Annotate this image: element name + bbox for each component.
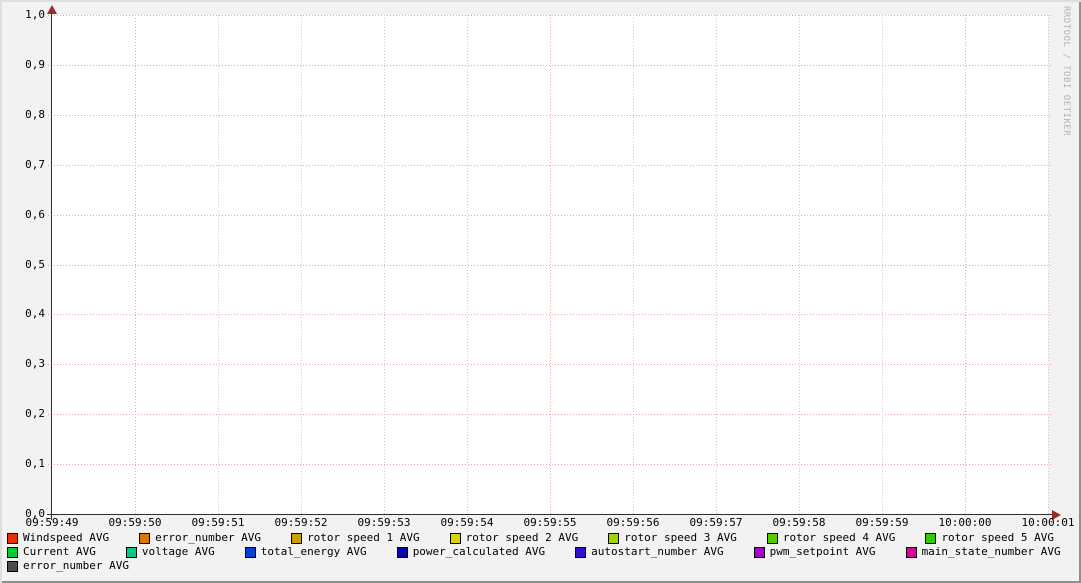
y-tick-label: 1,0 [9, 9, 45, 21]
legend-item: rotor speed 3 AVG [608, 532, 737, 544]
x-tick-label: 09:59:52 [259, 517, 343, 529]
grid-line-x [218, 15, 219, 518]
legend-item-label: rotor speed 5 AVG [941, 532, 1054, 544]
grid-line-x [1048, 15, 1049, 518]
grid-line-x [716, 15, 717, 518]
grid-line-x [550, 15, 551, 518]
legend-color-swatch-icon [575, 547, 586, 558]
x-tick-label: 09:59:59 [840, 517, 924, 529]
x-axis-line [47, 514, 1053, 515]
legend-color-swatch-icon [608, 533, 619, 544]
legend-item: rotor speed 1 AVG [291, 532, 420, 544]
legend-item: rotor speed 4 AVG [767, 532, 896, 544]
legend-item: Current AVG [7, 546, 96, 558]
rrdtool-graph: 1,00,90,80,70,60,50,40,30,20,10,0 09:59:… [0, 0, 1081, 583]
legend-color-swatch-icon [397, 547, 408, 558]
legend-row: error_number AVG [7, 560, 1061, 572]
x-tick-label: 09:59:50 [93, 517, 177, 529]
legend-item-label: pwm_setpoint AVG [770, 546, 876, 558]
y-tick-label: 0,9 [9, 59, 45, 71]
y-tick-label: 0,5 [9, 259, 45, 271]
x-tick-label: 09:59:56 [591, 517, 675, 529]
legend-item-label: rotor speed 4 AVG [783, 532, 896, 544]
watermark-text: RRDTOOL / TOBI OETIKER [1061, 6, 1071, 136]
legend-color-swatch-icon [126, 547, 137, 558]
x-tick-label: 09:59:55 [508, 517, 592, 529]
y-tick-label: 0,1 [9, 458, 45, 470]
legend-item-label: rotor speed 2 AVG [466, 532, 579, 544]
legend-item: error_number AVG [139, 532, 261, 544]
legend-item-label: error_number AVG [155, 532, 261, 544]
legend-item-label: rotor speed 3 AVG [624, 532, 737, 544]
legend-item-label: autostart_number AVG [591, 546, 723, 558]
y-tick-label: 0,7 [9, 159, 45, 171]
legend-item: pwm_setpoint AVG [754, 546, 876, 558]
legend-item: error_number AVG [7, 560, 129, 572]
legend-item: rotor speed 2 AVG [450, 532, 579, 544]
y-axis-line [51, 9, 52, 520]
legend-color-swatch-icon [245, 547, 256, 558]
x-tick-label: 09:59:51 [176, 517, 260, 529]
x-tick-label: 10:00:00 [923, 517, 1007, 529]
legend-item-label: Windspeed AVG [23, 532, 109, 544]
legend-color-swatch-icon [7, 561, 18, 572]
legend-item: main_state_number AVG [906, 546, 1061, 558]
grid-line-x [135, 15, 136, 518]
legend-item: autostart_number AVG [575, 546, 723, 558]
y-tick-label: 0,3 [9, 358, 45, 370]
x-tick-label: 10:00:01 [1006, 517, 1081, 529]
x-tick-label: 09:59:53 [342, 517, 426, 529]
legend-color-swatch-icon [925, 533, 936, 544]
y-tick-label: 0,4 [9, 308, 45, 320]
grid-line-x [384, 15, 385, 518]
legend-color-swatch-icon [7, 533, 18, 544]
legend-item: total_energy AVG [245, 546, 367, 558]
y-tick-label: 0,2 [9, 408, 45, 420]
legend-row: Windspeed AVG error_number AVG rotor speed… [7, 532, 1061, 544]
x-tick-label: 09:59:49 [10, 517, 94, 529]
legend-item: power_calculated AVG [397, 546, 545, 558]
grid-line-x [965, 15, 966, 518]
y-tick-label: 0,6 [9, 209, 45, 221]
legend-color-swatch-icon [754, 547, 765, 558]
x-tick-label: 09:59:57 [674, 517, 758, 529]
legend-item: voltage AVG [126, 546, 215, 558]
x-tick-label: 09:59:58 [757, 517, 841, 529]
legend-row: Current AVG voltage AVG total_energy AVG po… [7, 546, 1061, 558]
legend-item-label: total_energy AVG [261, 546, 367, 558]
legend-color-swatch-icon [906, 547, 917, 558]
legend-color-swatch-icon [7, 547, 18, 558]
grid-line-x [882, 15, 883, 518]
grid-line-x [301, 15, 302, 518]
legend-item-label: error_number AVG [23, 560, 129, 572]
legend-item-label: voltage AVG [142, 546, 215, 558]
y-tick-label: 0,8 [9, 109, 45, 121]
legend-item-label: Current AVG [23, 546, 96, 558]
x-tick-label: 09:59:54 [425, 517, 509, 529]
legend-color-swatch-icon [139, 533, 150, 544]
legend-item: Windspeed AVG [7, 532, 109, 544]
y-axis-arrow-icon [47, 5, 57, 14]
legend-color-swatch-icon [291, 533, 302, 544]
legend-item-label: rotor speed 1 AVG [307, 532, 420, 544]
legend: Windspeed AVG error_number AVG rotor speed… [7, 532, 1061, 574]
grid-line-x [467, 15, 468, 518]
grid-line-x [799, 15, 800, 518]
legend-color-swatch-icon [450, 533, 461, 544]
legend-item-label: main_state_number AVG [922, 546, 1061, 558]
legend-color-swatch-icon [767, 533, 778, 544]
legend-item-label: power_calculated AVG [413, 546, 545, 558]
grid-line-x [633, 15, 634, 518]
legend-item: rotor speed 5 AVG [925, 532, 1054, 544]
